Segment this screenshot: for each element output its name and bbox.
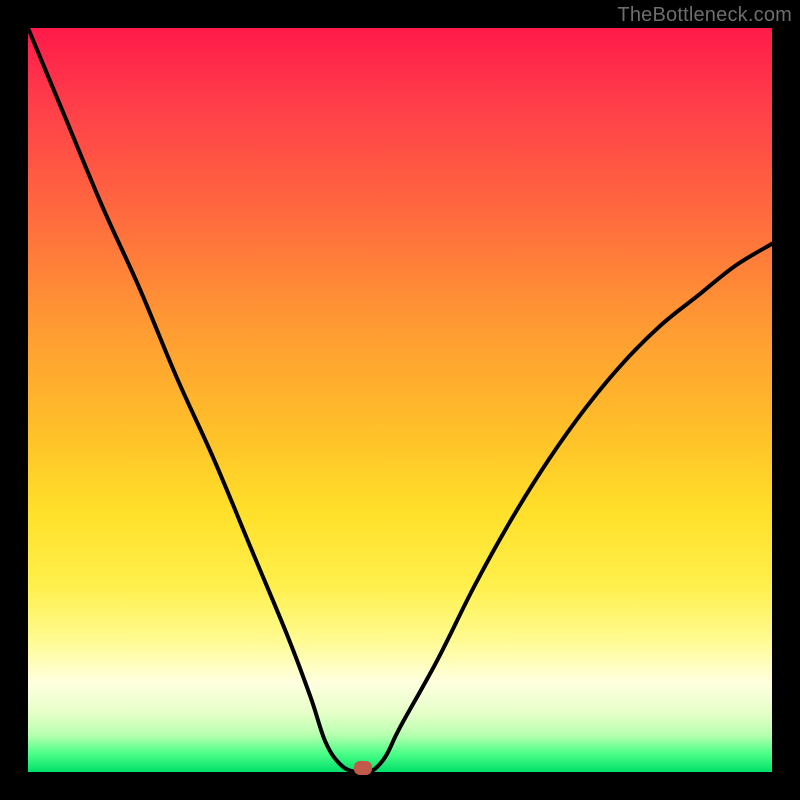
bottleneck-curve <box>28 28 772 772</box>
chart-frame: TheBottleneck.com <box>0 0 800 800</box>
optimal-marker <box>354 761 372 775</box>
plot-area <box>28 28 772 772</box>
watermark-text: TheBottleneck.com <box>617 4 792 27</box>
